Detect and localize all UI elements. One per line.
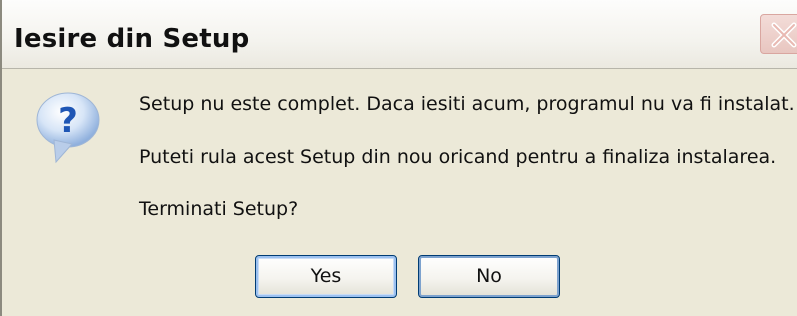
window-title: Iesire din Setup <box>14 24 250 54</box>
yes-button[interactable]: Yes <box>255 255 397 298</box>
close-x-icon <box>771 22 797 48</box>
question-icon: ? <box>32 90 102 166</box>
message-line-1: Setup nu este complet. Daca iesiti acum,… <box>139 93 795 115</box>
setup-exit-dialog: Iesire din Setup ? Setup nu este complet… <box>0 0 797 316</box>
title-bar: Iesire din Setup <box>2 0 797 69</box>
close-button[interactable] <box>760 14 797 54</box>
message-line-3: Terminati Setup? <box>139 198 299 220</box>
question-glyph: ? <box>58 101 78 141</box>
no-button[interactable]: No <box>418 255 560 298</box>
message-line-2: Puteti rula acest Setup din nou oricand … <box>139 146 777 168</box>
